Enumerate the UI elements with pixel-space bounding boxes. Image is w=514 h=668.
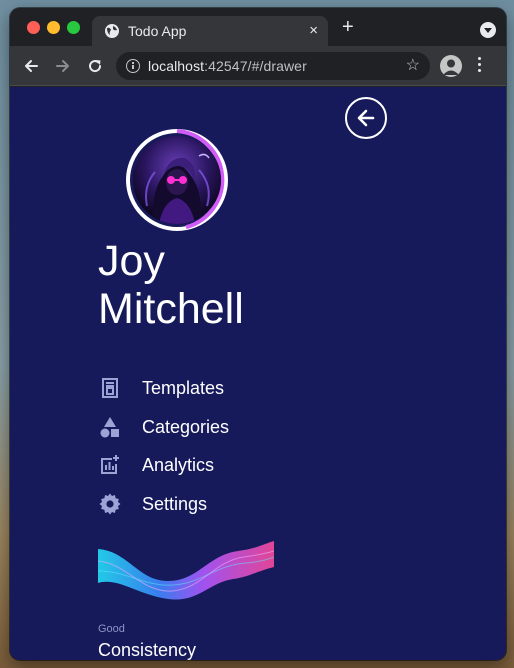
menu-label-categories: Categories bbox=[142, 416, 230, 437]
new-tab-button[interactable]: + bbox=[342, 17, 354, 37]
browser-toolbar: localhost:42547/#/drawer ☆ bbox=[10, 46, 506, 86]
menu-label-analytics: Analytics bbox=[142, 455, 215, 475]
back-arrow-icon[interactable] bbox=[22, 57, 40, 75]
stat-value: Consistency bbox=[98, 640, 197, 660]
stat-caption: Good bbox=[98, 623, 125, 635]
menu-label-settings: Settings bbox=[142, 493, 208, 514]
reload-icon[interactable] bbox=[86, 57, 104, 75]
browser-menu-icon[interactable] bbox=[478, 57, 482, 75]
url-text[interactable]: localhost:42547/#/drawer bbox=[148, 58, 307, 74]
tab-search-button[interactable] bbox=[480, 22, 496, 38]
close-drawer-button[interactable] bbox=[345, 97, 387, 139]
decorative-wave-graphic bbox=[98, 541, 274, 600]
close-window-button[interactable] bbox=[27, 21, 40, 34]
gear-icon bbox=[99, 493, 121, 514]
arrow-left-icon bbox=[357, 109, 375, 127]
profile-avatar-icon[interactable] bbox=[440, 55, 462, 77]
tab-title: Todo App bbox=[128, 23, 187, 39]
globe-icon bbox=[105, 24, 119, 38]
user-last-name: Mitchell bbox=[98, 285, 244, 333]
analytics-icon bbox=[101, 455, 119, 474]
templates-icon bbox=[102, 378, 118, 398]
menu-item-categories[interactable]: Categories bbox=[98, 408, 358, 447]
bookmark-star-icon[interactable]: ☆ bbox=[406, 55, 420, 75]
tab-close-button[interactable]: × bbox=[309, 22, 318, 39]
browser-window: Todo App × + localhost:42547/#/drawer ☆ bbox=[10, 8, 506, 660]
menu-label-templates: Templates bbox=[142, 378, 225, 398]
forward-arrow-icon[interactable] bbox=[54, 57, 72, 75]
drawer-panel: Joy Mitchell Templates Categories Analyt… bbox=[10, 87, 506, 660]
minimize-window-button[interactable] bbox=[47, 21, 60, 34]
menu-item-templates[interactable]: Templates bbox=[98, 369, 358, 408]
avatar-image bbox=[133, 136, 221, 224]
user-first-name: Joy bbox=[98, 237, 165, 285]
site-info-icon[interactable] bbox=[126, 59, 140, 73]
menu-item-settings[interactable]: Settings bbox=[98, 485, 358, 524]
drawer-menu: Templates Categories Analytics Settings bbox=[98, 369, 358, 523]
address-bar[interactable]: localhost:42547/#/drawer ☆ bbox=[116, 52, 430, 80]
maximize-window-button[interactable] bbox=[67, 21, 80, 34]
user-avatar[interactable] bbox=[125, 128, 229, 232]
menu-item-analytics[interactable]: Analytics bbox=[98, 446, 358, 485]
categories-icon bbox=[100, 416, 119, 437]
browser-tab[interactable]: Todo App × bbox=[92, 16, 328, 46]
user-name: Joy Mitchell bbox=[98, 237, 338, 333]
tab-strip: Todo App × + bbox=[10, 8, 506, 46]
